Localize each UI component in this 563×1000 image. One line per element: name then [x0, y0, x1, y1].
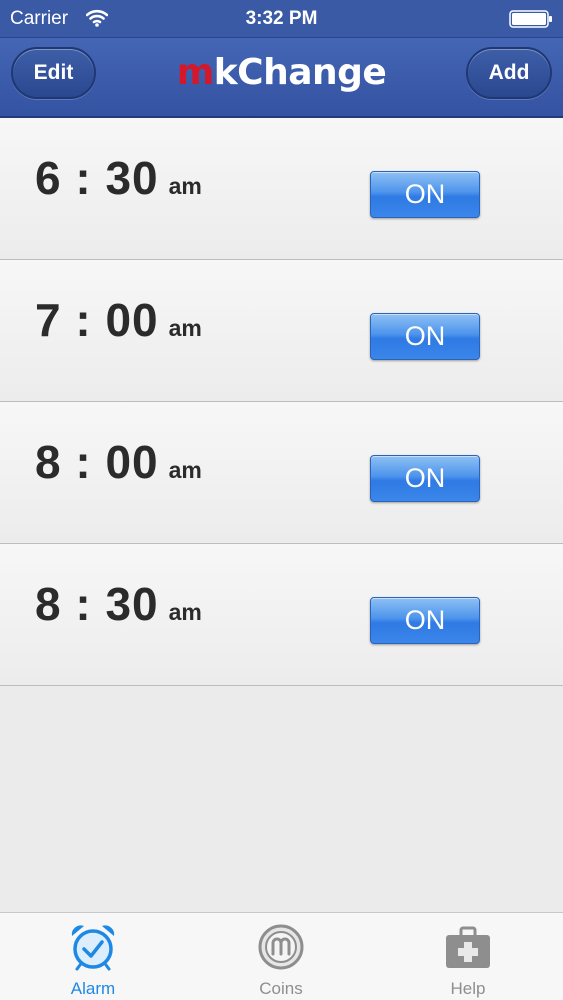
tab-alarm[interactable]: Alarm [33, 913, 153, 1000]
alarm-row[interactable]: 8 : 30 am ON [0, 544, 563, 686]
tab-bar: Alarm Coins Help [0, 912, 563, 1000]
alarm-ampm: am [168, 457, 202, 483]
alarm-toggle-button[interactable]: ON [370, 171, 480, 218]
battery-icon [509, 10, 552, 28]
logo-text: kChange [213, 52, 387, 93]
alarm-ampm: am [168, 173, 202, 199]
tab-alarm-label: Alarm [70, 979, 116, 998]
alarm-toggle-button[interactable]: ON [370, 455, 480, 502]
alarm-row[interactable]: 6 : 30 am ON [0, 118, 563, 260]
alarm-toggle-button[interactable]: ON [370, 597, 480, 644]
alarm-time: 8 : 30 am [35, 577, 202, 631]
alarm-time: 7 : 00 am [35, 293, 202, 347]
alarm-toggle-button[interactable]: ON [370, 313, 480, 360]
alarm-row[interactable]: 8 : 00 am ON [0, 402, 563, 544]
navigation-bar: Edit mkChange Add [0, 37, 563, 118]
coin-icon [258, 924, 304, 970]
alarm-clock-icon [71, 925, 115, 971]
screen: Carrier 3:32 PM Edit mkChange Add 6 : 30… [0, 0, 563, 1000]
tab-help[interactable]: Help [408, 913, 528, 1000]
tab-coins-label: Coins [259, 979, 303, 998]
add-button[interactable]: Add [466, 47, 552, 99]
alarm-time: 8 : 00 am [35, 435, 202, 489]
alarm-time-value: 8 : 30 [35, 578, 159, 630]
status-time: 3:32 PM [245, 8, 318, 29]
status-bar: Carrier 3:32 PM [0, 0, 563, 37]
logo-m-letter: m [176, 52, 215, 93]
tab-help-label: Help [450, 979, 486, 998]
tab-coins[interactable]: Coins [221, 913, 341, 1000]
alarm-time-value: 6 : 30 [35, 152, 159, 204]
first-aid-kit-icon [446, 926, 490, 968]
alarm-row[interactable]: 7 : 00 am ON [0, 260, 563, 402]
alarm-time: 6 : 30 am [35, 151, 202, 205]
alarm-ampm: am [168, 599, 202, 625]
alarm-ampm: am [168, 315, 202, 341]
alarm-time-value: 8 : 00 [35, 436, 159, 488]
alarm-time-value: 7 : 00 [35, 294, 159, 346]
alarm-list: 6 : 30 am ON 7 : 00 am ON 8 : 00 am ON 8 : … [0, 118, 563, 686]
